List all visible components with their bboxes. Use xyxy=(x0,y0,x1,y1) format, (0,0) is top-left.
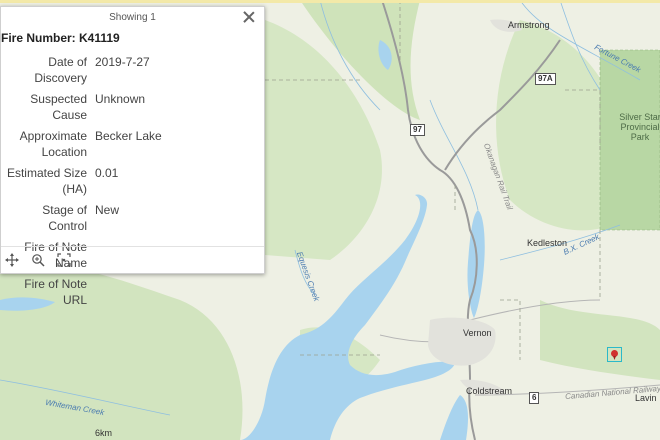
attribute-label: Suspected Cause xyxy=(30,92,87,122)
close-icon[interactable] xyxy=(242,10,256,24)
attribute-value: 2019-7-27 xyxy=(95,55,150,69)
popup-count: Showing 1 xyxy=(109,12,156,23)
attribute-label: Stage of Control xyxy=(42,203,87,233)
attribute-value: Unknown xyxy=(95,92,146,106)
place-label-coldstream: Coldstream xyxy=(466,386,513,396)
attribute-value: New xyxy=(95,203,120,217)
fire-location-marker[interactable] xyxy=(607,347,622,362)
attribute-label: Approximate Location xyxy=(19,129,87,159)
attribute-label: Estimated Size (HA) xyxy=(6,166,87,196)
fire-pin-icon xyxy=(611,350,618,357)
pan-icon[interactable] xyxy=(5,253,19,267)
place-label-armstrong: Armstrong xyxy=(508,20,550,30)
attribute-row: Approximate Location Becker Lake xyxy=(1,125,264,162)
attribute-row: Suspected Cause Unknown xyxy=(1,88,264,125)
popup-toolbar xyxy=(1,246,264,273)
attribute-value: 0.01 xyxy=(95,166,119,180)
attribute-value xyxy=(95,273,264,310)
zoom-to-icon[interactable] xyxy=(31,253,45,267)
attribute-row: Fire of Note URL xyxy=(1,273,264,310)
scale-bar-label: 6km xyxy=(95,428,113,438)
attribute-row: Estimated Size (HA) 0.01 xyxy=(1,162,264,199)
attribute-label: Fire of Note URL xyxy=(24,277,87,307)
highway-shield-97a: 97A xyxy=(535,73,556,85)
highway-shield-6: 6 xyxy=(529,392,540,404)
popup-header: Showing 1 xyxy=(1,7,264,29)
attribute-row: Date of Discovery 2019-7-27 xyxy=(1,51,264,88)
place-label-kedleston: Kedleston xyxy=(527,238,568,248)
highway-shield-97: 97 xyxy=(410,124,425,136)
select-area-icon[interactable] xyxy=(57,253,71,267)
feature-popup: Showing 1 Fire Number: K41119 Date of Di… xyxy=(0,6,265,307)
attribute-row: Stage of Control New xyxy=(1,199,264,236)
park-label: Silver Star Provincial Park xyxy=(619,112,660,142)
attribute-label: Date of Discovery xyxy=(34,55,87,85)
place-label-vernon: Vernon xyxy=(463,328,492,338)
popup-title: Fire Number: K41119 xyxy=(1,31,120,45)
attribute-value: Becker Lake xyxy=(95,129,162,143)
